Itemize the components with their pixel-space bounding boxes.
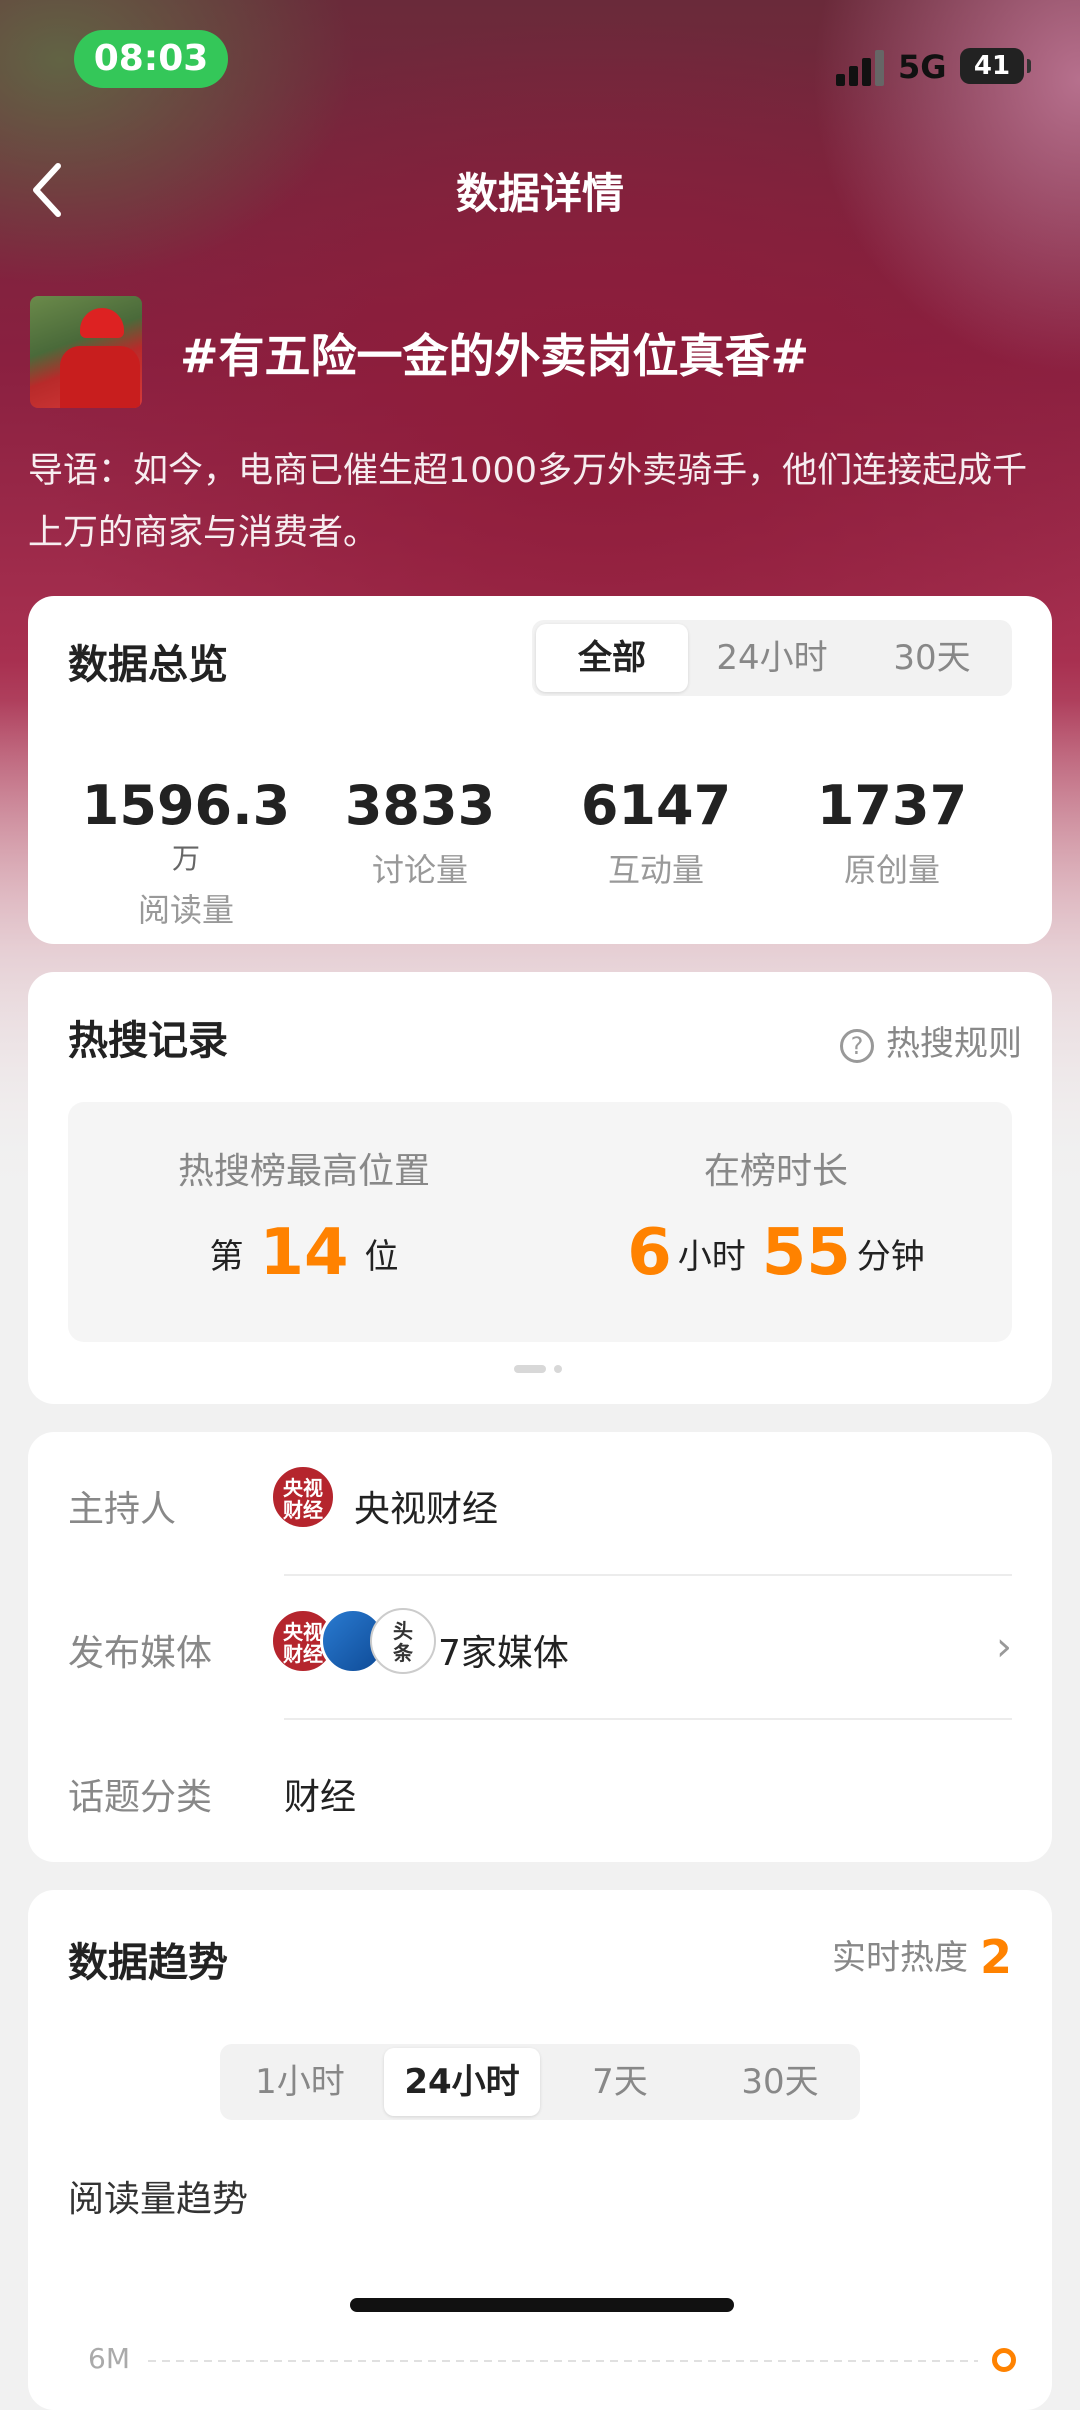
tab-30d[interactable]: 30天: [852, 620, 1012, 696]
topic-thumbnail: [30, 296, 142, 408]
peak-suffix: 位: [364, 1237, 399, 1277]
tab-all[interactable]: 全部: [536, 624, 688, 692]
category-label: 话题分类: [68, 1777, 213, 1818]
host-row: 主持人 央视 财经 央视财经: [68, 1432, 1012, 1576]
tab-1h[interactable]: 1小时: [220, 2044, 380, 2120]
overview-title: 数据总览: [68, 642, 228, 688]
tab-24h-trend[interactable]: 24小时: [384, 2048, 540, 2116]
hot-search-summary: 热搜榜最高位置 第 14 位 在榜时长 6 小时 55 分钟: [68, 1102, 1012, 1342]
tab-7d[interactable]: 7天: [540, 2044, 700, 2120]
chevron-right-icon: ›: [996, 1624, 1012, 1670]
media-label: 发布媒体: [68, 1633, 213, 1674]
trend-title: 数据趋势: [68, 1940, 228, 1986]
duration-minutes: 55: [761, 1216, 851, 1290]
page-dot-active: [514, 1364, 546, 1373]
chart-gridline: [148, 2360, 978, 2362]
heat-label: 实时热度: [831, 1938, 968, 1978]
stat-originals-label: 原创量: [843, 851, 940, 889]
hot-search-rules-label: 热搜规则: [886, 1024, 1022, 1064]
tab-30d-trend[interactable]: 30天: [700, 2044, 860, 2120]
media-row[interactable]: 发布媒体 央视 财经 头条 7家媒体 ›: [68, 1576, 1012, 1720]
trend-card: 数据趋势 实时热度 2 1小时 24小时 7天 30天 阅读量趋势 6M: [28, 1890, 1052, 2410]
network-type: 5G: [898, 48, 947, 86]
overview-range-tabs: 全部 24小时 30天: [532, 620, 1012, 696]
media-logo-toutiao: 头条: [370, 1608, 436, 1674]
stat-interactions: 6147 互动量: [536, 774, 776, 891]
heat-value: 2: [979, 1930, 1012, 1984]
topic-info-card: 主持人 央视 财经 央视财经 发布媒体 央视 财经 头条 7家媒体 › 话题分类 财…: [28, 1432, 1052, 1862]
stat-originals: 1737 原创量: [772, 774, 1012, 891]
hot-search-duration: 在榜时长 6 小时 55 分钟: [540, 1142, 1012, 1290]
duration-label: 在榜时长: [703, 1151, 848, 1192]
chart-point: [992, 2348, 1016, 2372]
peak-prefix: 第: [209, 1237, 244, 1277]
home-indicator: [350, 2298, 734, 2312]
duration-minutes-unit: 分钟: [856, 1237, 925, 1277]
battery-icon: 41: [960, 48, 1031, 84]
cctv-finance-logo: 央视 财经: [270, 1464, 336, 1530]
y-axis-tick: 6M: [88, 2342, 130, 2375]
host-name[interactable]: 央视财经: [354, 1480, 498, 1532]
topic-intro: 导语：如今，电商已催生超1000多万外卖骑手，他们连接起成千上万的商家与消费者。: [28, 451, 1028, 553]
stat-reads: 1596.3 万 阅读量: [66, 774, 306, 931]
category-row: 话题分类 财经: [68, 1720, 1012, 1864]
stat-reads-unit: 万: [171, 842, 200, 875]
duration-hours-unit: 小时: [677, 1237, 746, 1277]
stat-reads-value: 1596.3: [81, 774, 291, 837]
question-icon: ?: [840, 1028, 874, 1063]
hot-search-rules-link[interactable]: ? 热搜规则: [840, 1016, 1022, 1065]
duration-hours: 6: [627, 1216, 672, 1290]
stat-discussions: 3833 讨论量: [300, 774, 540, 891]
signal-icon: [836, 50, 886, 86]
trend-range-tabs: 1小时 24小时 7天 30天: [220, 2044, 860, 2120]
hot-search-peak: 热搜榜最高位置 第 14 位: [68, 1142, 540, 1290]
topic-title: #有五险一金的外卖岗位真香#: [180, 329, 810, 383]
host-label: 主持人: [68, 1489, 177, 1530]
page-dot: [554, 1364, 562, 1373]
peak-label: 热搜榜最高位置: [177, 1151, 430, 1192]
peak-rank: 14: [259, 1216, 349, 1290]
stat-interactions-label: 互动量: [607, 851, 704, 889]
page-indicator: [514, 1358, 570, 1377]
page-title: 数据详情: [455, 169, 624, 218]
stat-reads-label: 阅读量: [137, 891, 234, 929]
stat-interactions-value: 6147: [580, 774, 732, 837]
hot-search-title: 热搜记录: [68, 1018, 228, 1064]
read-trend-label: 阅读量趋势: [68, 2179, 249, 2220]
stat-discussions-label: 讨论量: [371, 851, 468, 889]
category-value: 财经: [284, 1777, 357, 1818]
overview-card: 数据总览 全部 24小时 30天 1596.3 万 阅读量 3833 讨论量 6…: [28, 596, 1052, 944]
status-time: 08:03: [74, 30, 228, 88]
stat-originals-value: 1737: [816, 774, 968, 837]
stat-discussions-value: 3833: [344, 774, 496, 837]
media-count: 7家媒体: [438, 1633, 569, 1674]
tab-24h[interactable]: 24小时: [692, 620, 852, 696]
realtime-heat: 实时热度 2: [832, 1930, 1012, 1984]
hot-search-card: 热搜记录 ? 热搜规则 热搜榜最高位置 第 14 位 在榜时长 6 小时 55 分钟: [28, 972, 1052, 1404]
